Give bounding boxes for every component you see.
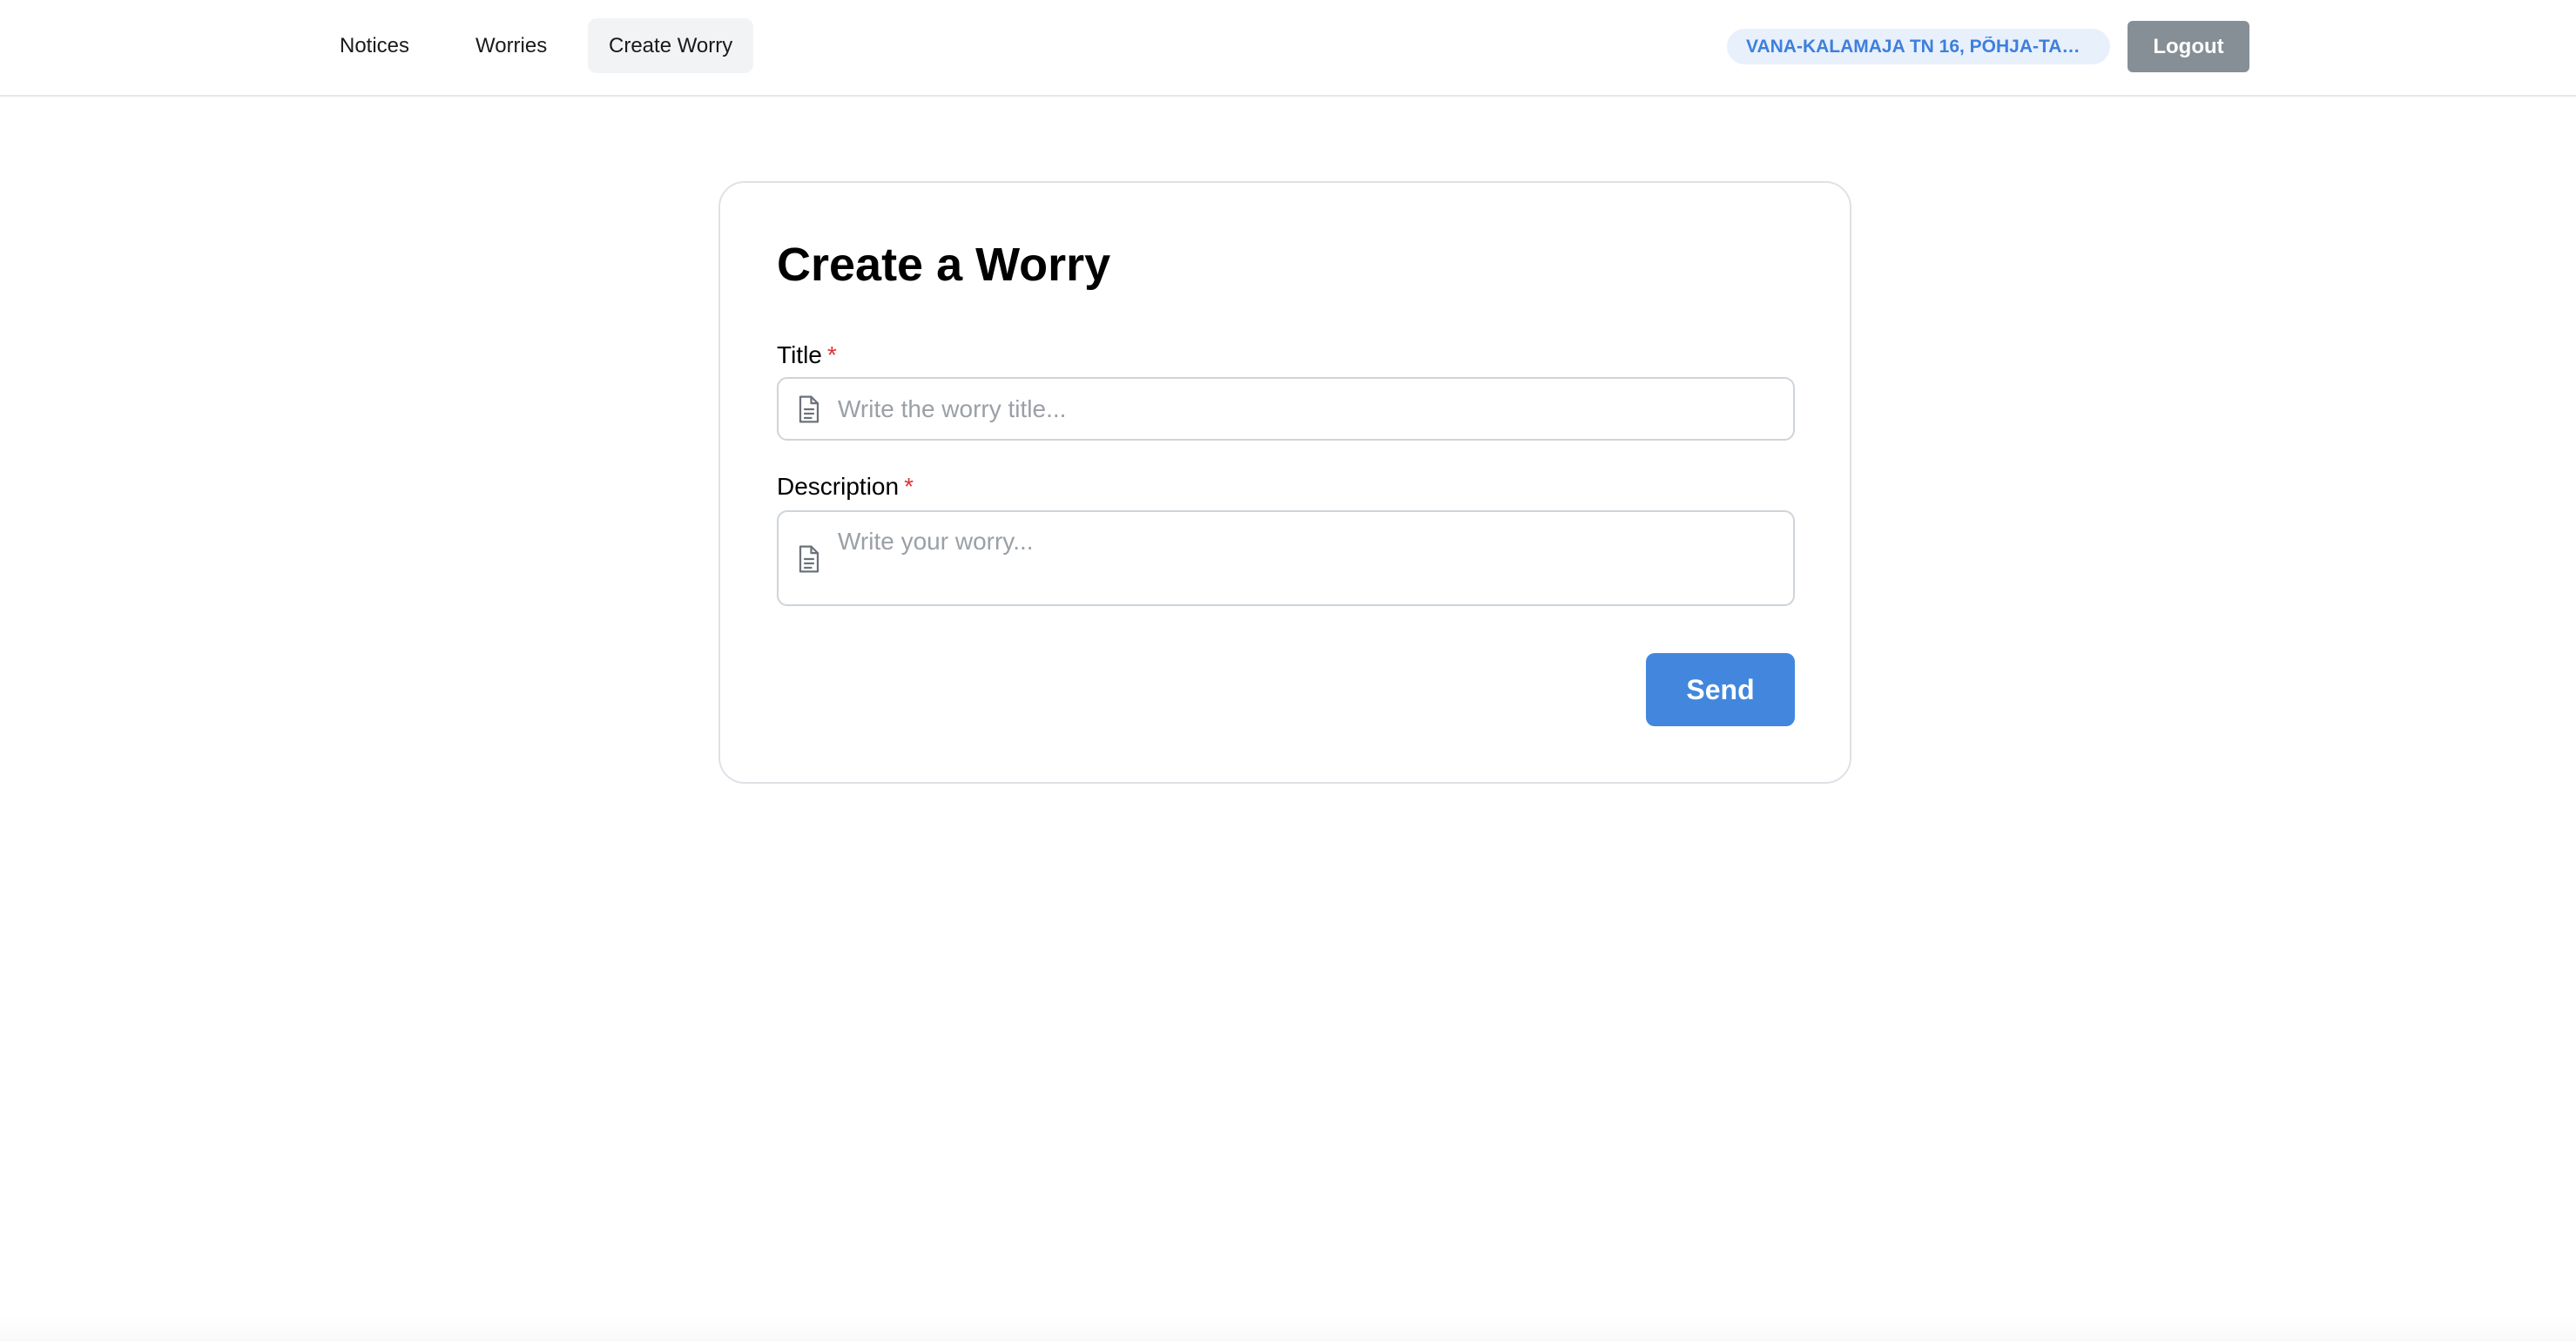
title-label-text: Title — [777, 341, 822, 368]
top-navigation-bar: Notices Worries Create Worry VANA-KALAMA… — [0, 0, 2576, 97]
tab-create-worry[interactable]: Create Worry — [588, 18, 754, 73]
description-textarea[interactable] — [838, 526, 1778, 596]
document-icon — [799, 545, 819, 573]
title-field[interactable] — [777, 377, 1795, 441]
document-icon — [799, 395, 819, 423]
description-field[interactable] — [777, 510, 1795, 606]
description-label: Description * — [777, 473, 914, 501]
required-asterisk: * — [904, 473, 914, 500]
page-title: Create a Worry — [777, 239, 1111, 291]
bottom-edge-shadow — [0, 1315, 2576, 1341]
title-input[interactable] — [838, 379, 1778, 439]
tab-notices[interactable]: Notices — [319, 18, 430, 73]
create-worry-card: Create a Worry Title* Description* Send — [718, 181, 1851, 784]
address-badge: VANA-KALAMAJA TN 16, PÕHJA-TALLINNA LINN… — [1727, 29, 2110, 64]
tab-worries[interactable]: Worries — [455, 18, 568, 73]
required-asterisk: * — [826, 341, 837, 368]
address-text: VANA-KALAMAJA TN 16, PÕHJA-TALLINNA LINN… — [1746, 36, 2091, 57]
send-button[interactable]: Send — [1646, 653, 1795, 726]
title-label: Title * — [777, 341, 837, 369]
logout-button[interactable]: Logout — [2128, 21, 2249, 72]
description-label-text: Description — [777, 473, 900, 500]
